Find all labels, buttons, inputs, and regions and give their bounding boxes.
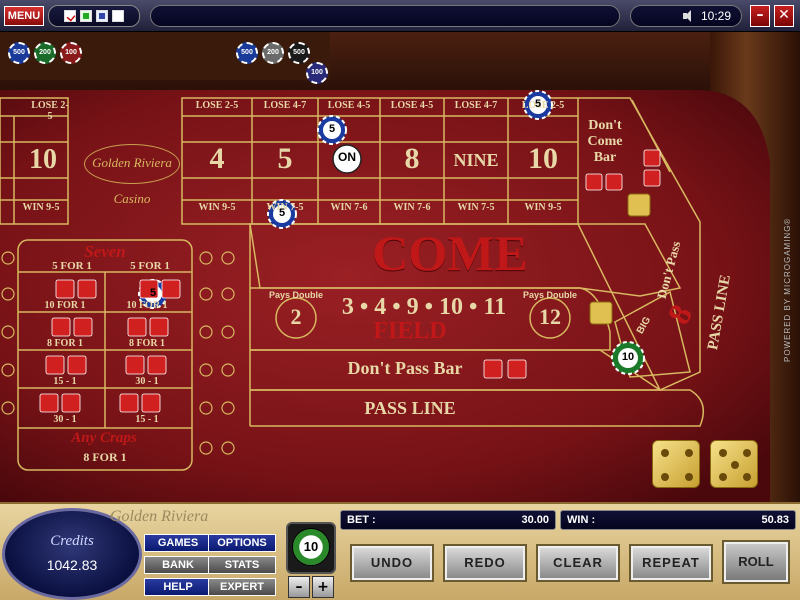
field-2: 2 — [290, 304, 302, 329]
place-number-8[interactable]: 8 — [380, 142, 444, 176]
checklist-icon[interactable] — [64, 10, 76, 22]
chip-label-big-8: 10 — [621, 351, 635, 363]
pass-line[interactable]: PASS LINE — [300, 398, 520, 419]
rack-chip: 100 — [306, 62, 328, 84]
clear-button[interactable]: CLEAR — [538, 546, 618, 580]
seven-odds-left: 5 FOR 1 — [52, 260, 92, 272]
bet-display: BET : 30.00 — [340, 510, 556, 530]
win-label-4: WIN 9-5 — [198, 202, 236, 213]
settings-list-icon[interactable] — [112, 10, 124, 22]
undo-button[interactable]: UNDO — [352, 546, 432, 580]
chip-label-prop: 5 — [149, 287, 157, 299]
dont-pass-bar[interactable]: Don't Pass Bar — [320, 358, 490, 379]
win-label-8: WIN 7-6 — [393, 202, 431, 213]
craps-table: LOSE 2-5 10 WIN 9-5 Golden Riviera Casin… — [0, 32, 800, 502]
green-list-icon[interactable] — [80, 10, 92, 22]
chip-label-come: 5 — [278, 207, 286, 219]
win-value: 50.83 — [761, 514, 789, 526]
place-number-9[interactable]: NINE — [444, 150, 508, 171]
any-craps-odds: 8 FOR 1 — [83, 450, 127, 464]
rack-chip: 200 — [262, 42, 284, 64]
big-label: BIG — [634, 315, 654, 336]
win-label-10: WIN 9-5 — [524, 202, 562, 213]
clock-box: 10:29 — [630, 5, 742, 27]
left-lose-label: LOSE 2-5 — [31, 100, 69, 122]
clock: 10:29 — [700, 9, 731, 23]
lose-label-4: LOSE 2-5 — [195, 100, 239, 111]
seven-odds-right: 5 FOR 1 — [130, 260, 170, 272]
lose-label-5: LOSE 4-7 — [263, 100, 307, 111]
rack-chip: 500 — [288, 42, 310, 64]
bet-value: 30.00 — [521, 514, 549, 526]
minimize-button[interactable]: – — [750, 5, 770, 27]
credits-value: 1042.83 — [46, 557, 98, 573]
top-bar: MENU 10:29 – ✕ — [0, 0, 800, 32]
prop-odds-label: 10 FOR 1 — [44, 300, 86, 311]
rack-chip: 500 — [236, 42, 258, 64]
place-number-4[interactable]: 4 — [182, 142, 252, 176]
quick-icons — [48, 5, 140, 27]
close-button[interactable]: ✕ — [774, 5, 794, 27]
win-label-6: WIN 7-6 — [330, 202, 368, 213]
blue-list-icon[interactable] — [96, 10, 108, 22]
prop-odds-label: 30 - 1 — [135, 376, 159, 387]
field-label[interactable]: FIELD — [340, 318, 480, 345]
bank-button[interactable]: BANK — [144, 556, 212, 574]
lose-label-8: LOSE 4-5 — [390, 100, 434, 111]
rack-chip: 500 — [8, 42, 30, 64]
rack-chip: 100 — [60, 42, 82, 64]
puck-label: ON — [338, 150, 356, 164]
prop-odds-label: 30 - 1 — [53, 414, 77, 425]
field-numbers[interactable]: 3 • 4 • 9 • 10 • 11 — [318, 294, 530, 321]
lose-label-6: LOSE 4-5 — [327, 100, 371, 111]
help-button[interactable]: HELP — [144, 578, 212, 596]
rack-chip: 200 — [34, 42, 56, 64]
prop-odds-label: 15 - 1 — [53, 376, 77, 387]
golden-riviera-logo: Golden Riviera — [110, 508, 209, 525]
pass-line-side[interactable]: PASS LINE — [703, 262, 737, 363]
seven-label[interactable]: Seven — [60, 242, 150, 262]
win-label: WIN : — [567, 514, 596, 526]
lose-label-9: LOSE 4-7 — [454, 100, 498, 111]
redo-button[interactable]: REDO — [445, 546, 525, 580]
big-die-2 — [710, 440, 758, 488]
speaker-icon[interactable] — [682, 10, 695, 22]
field-12: 12 — [539, 304, 561, 329]
chip-increase-button[interactable]: + — [312, 576, 334, 598]
bet-label: BET : — [347, 514, 376, 526]
left-place-number[interactable]: 10 — [18, 144, 68, 176]
chip-label-dont-come: 5 — [534, 98, 542, 110]
casino-logo: Golden Riviera Casino — [84, 144, 180, 206]
place-number-10[interactable]: 10 — [508, 142, 578, 176]
repeat-button[interactable]: REPEAT — [631, 546, 711, 580]
credits-label: Credits — [50, 533, 94, 549]
selected-chip[interactable]: 10 — [292, 528, 330, 566]
chip-decrease-button[interactable]: – — [288, 576, 310, 598]
message-bar — [150, 5, 620, 27]
roll-button[interactable]: ROLL — [724, 542, 788, 582]
dont-come-bar[interactable]: Don't Come Bar — [580, 118, 630, 166]
stats-button[interactable]: STATS — [208, 556, 276, 574]
powered-by: POWERED BY MICROGAMING® — [783, 217, 792, 362]
expert-button[interactable]: EXPERT — [208, 578, 276, 596]
place-number-5[interactable]: 5 — [252, 142, 318, 176]
chip-selector[interactable]: 10 — [286, 522, 336, 574]
games-button[interactable]: GAMES — [144, 534, 212, 552]
prop-odds-label: 10 FOR 1 — [126, 300, 168, 311]
any-craps-label[interactable]: Any Craps — [34, 430, 174, 447]
come-area[interactable]: COME — [300, 224, 600, 282]
menu-button[interactable]: MENU — [4, 6, 44, 26]
prop-odds-label: 15 - 1 — [135, 414, 159, 425]
options-button[interactable]: OPTIONS — [208, 534, 276, 552]
win-display: WIN : 50.83 — [560, 510, 796, 530]
win-label-9: WIN 7-5 — [457, 202, 495, 213]
chip-label-place-5: 5 — [328, 123, 336, 135]
control-panel: Credits 1042.83 Golden Riviera GAMES OPT… — [0, 502, 800, 600]
table-labels: LOSE 2-5 10 WIN 9-5 Golden Riviera Casin… — [0, 32, 800, 502]
left-win-label: WIN 9-5 — [22, 202, 60, 213]
big-die-1 — [652, 440, 700, 488]
prop-odds-label: 8 FOR 1 — [46, 338, 84, 349]
prop-odds-label: 8 FOR 1 — [128, 338, 166, 349]
